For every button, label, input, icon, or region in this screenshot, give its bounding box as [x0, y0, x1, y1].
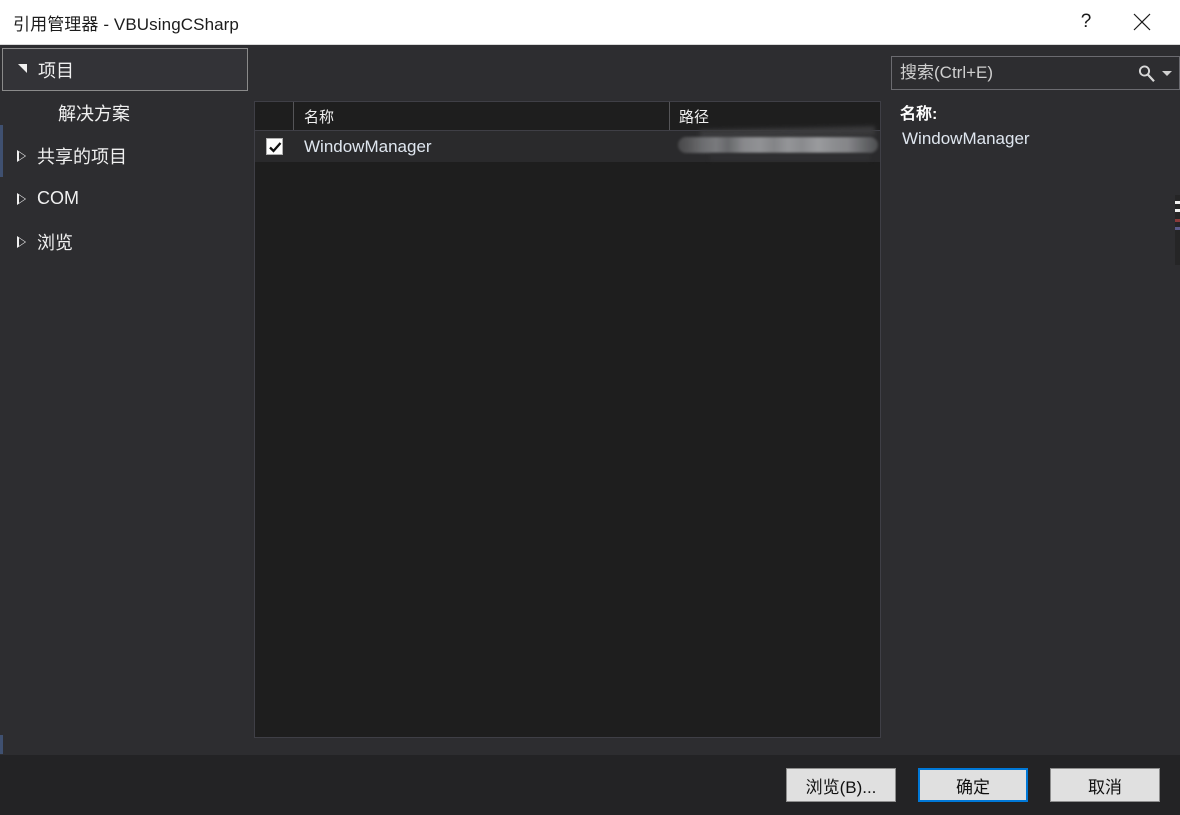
row-name-cell: WindowManager — [304, 136, 432, 156]
titlebar-buttons: ? — [1058, 0, 1180, 44]
dialog-footer: 浏览(B)... 确定 取消 — [0, 754, 1180, 815]
ok-button[interactable]: 确定 — [918, 768, 1028, 802]
sidebar-item-label: 浏览 — [37, 232, 73, 253]
row-checkbox-cell[interactable] — [255, 138, 294, 155]
window-title: 引用管理器 - VBUsingCSharp — [13, 14, 239, 34]
search-box[interactable] — [891, 56, 1180, 90]
browse-button[interactable]: 浏览(B)... — [786, 768, 896, 802]
cancel-button[interactable]: 取消 — [1050, 768, 1160, 802]
detail-name-label: 名称: — [900, 106, 938, 123]
chevron-right-icon[interactable] — [8, 235, 34, 248]
checkbox-checked[interactable] — [266, 138, 283, 155]
redaction-smudge-shadow — [710, 155, 870, 160]
sidebar-item-projects[interactable]: 项目 — [2, 48, 248, 91]
table-row[interactable]: WindowManager — [255, 126, 880, 162]
dialog-body: 项目 解决方案 共享的项目 COM 浏览 名称 路径 WindowManager… — [0, 45, 1180, 754]
reference-list-area: 名称 路径 WindowManager — [251, 45, 881, 754]
checkmark-icon — [269, 142, 282, 153]
search-input[interactable] — [892, 62, 1137, 84]
column-header-checkbox — [255, 102, 294, 130]
question-mark-icon: ? — [1080, 11, 1092, 32]
list-header: 名称 路径 — [255, 102, 880, 131]
chevron-right-icon[interactable] — [8, 192, 34, 205]
chevron-down-icon[interactable] — [9, 64, 35, 74]
close-button[interactable] — [1114, 0, 1170, 44]
sidebar-item-browse[interactable]: 浏览 — [0, 220, 251, 263]
reference-list-panel: 名称 路径 WindowManager — [254, 101, 881, 738]
search-icon[interactable] — [1137, 64, 1156, 83]
sidebar-item-label: 解决方案 — [58, 103, 130, 124]
background-window-edge-left-lower — [0, 735, 3, 754]
search-actions — [1137, 64, 1179, 83]
sidebar-item-label: 项目 — [38, 60, 74, 81]
details-pane: 名称: WindowManager — [881, 45, 1180, 754]
background-window-edge-left — [0, 125, 3, 177]
chevron-down-icon[interactable] — [1162, 70, 1172, 76]
column-header-name[interactable]: 名称 — [294, 102, 670, 130]
close-icon — [1133, 13, 1151, 31]
sidebar-item-label: 共享的项目 — [37, 146, 127, 167]
sidebar-item-com[interactable]: COM — [0, 177, 251, 220]
row-path-cell-redacted — [670, 126, 880, 162]
sidebar-item-solution[interactable]: 解决方案 — [0, 91, 251, 134]
titlebar: 引用管理器 - VBUsingCSharp ? — [0, 0, 1180, 45]
category-sidebar: 项目 解决方案 共享的项目 COM 浏览 — [0, 45, 251, 754]
redaction-bar — [678, 137, 878, 153]
chevron-right-icon[interactable] — [8, 149, 34, 162]
help-button[interactable]: ? — [1058, 0, 1114, 44]
background-window-edge-right — [1175, 195, 1180, 265]
sidebar-item-label: COM — [37, 188, 79, 208]
detail-name-value: WindowManager — [902, 129, 1030, 148]
reference-manager-dialog: 引用管理器 - VBUsingCSharp ? 项目 解决方案 共享的项目 CO… — [0, 0, 1180, 815]
sidebar-item-shared-projects[interactable]: 共享的项目 — [0, 134, 251, 177]
